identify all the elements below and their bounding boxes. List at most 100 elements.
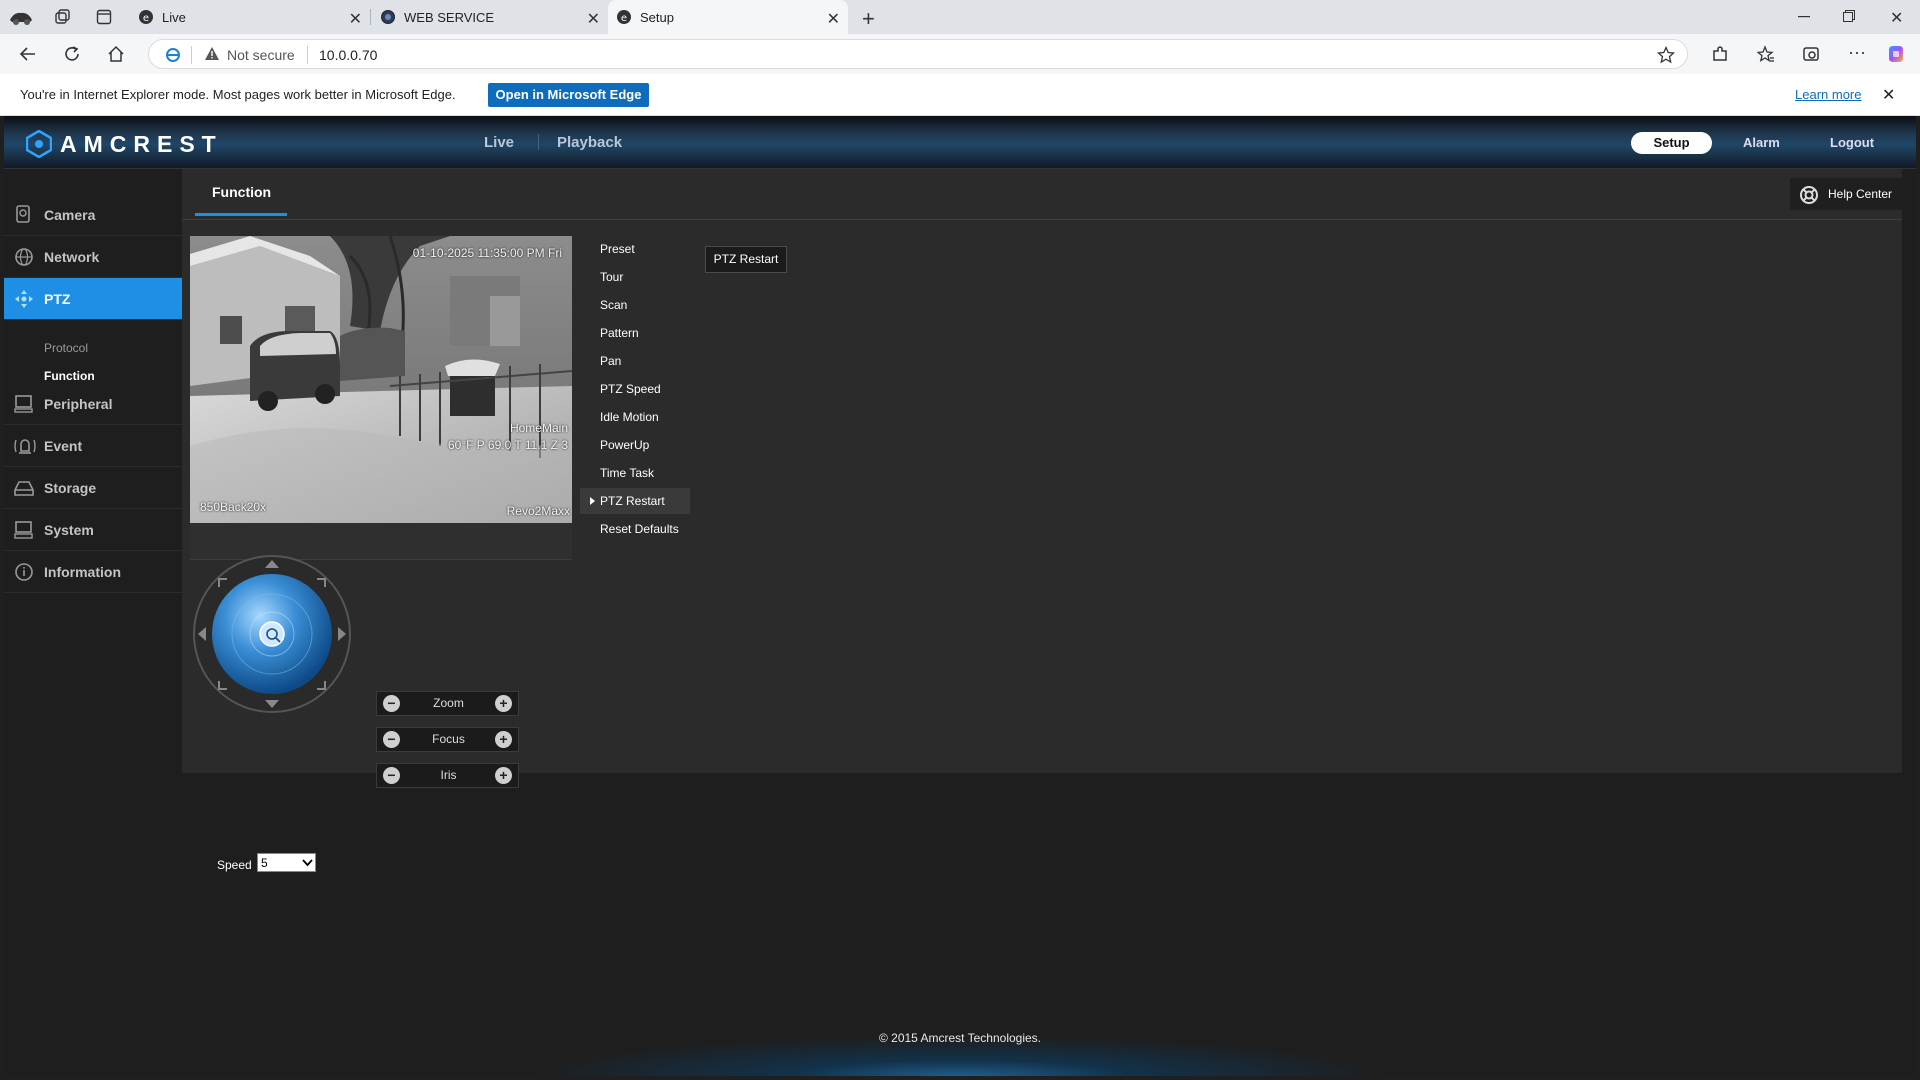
sidebar-item-label: Storage — [44, 479, 97, 496]
refresh-icon — [65, 46, 79, 61]
minimize-icon[interactable] — [1798, 16, 1810, 18]
security-label[interactable]: Not secure — [227, 47, 295, 63]
video-ptz-stats: 60°F P 69.0 T 11.1 Z 3 — [448, 438, 568, 452]
speed-value: 5 — [261, 856, 268, 870]
copilot-icon[interactable] — [1886, 44, 1906, 64]
function-item-ptz-restart[interactable]: PTZ Restart — [580, 488, 690, 514]
video-snapshot — [190, 236, 572, 523]
profile-icon[interactable] — [8, 8, 34, 26]
tab-function[interactable]: Function — [212, 184, 271, 200]
live-video-view[interactable]: 01-10-2025 11:35:00 PM Fri HomeMain 60°F… — [190, 236, 572, 523]
function-item-pan[interactable]: Pan — [580, 348, 690, 374]
sidebar-item-camera[interactable]: Camera — [4, 194, 182, 236]
svg-text:e: e — [143, 13, 149, 24]
monitor-icon — [13, 394, 35, 414]
sidebar-item-system[interactable]: System — [4, 509, 182, 551]
ie-page-icon: e — [138, 9, 154, 25]
sidebar-item-label: Network — [44, 248, 100, 265]
sidebar-item-label: Camera — [44, 206, 96, 223]
more-menu-icon[interactable]: ··· — [1848, 42, 1866, 63]
tab-setup[interactable]: e Setup ✕ — [608, 0, 848, 34]
close-window-icon[interactable]: ✕ — [1890, 8, 1903, 28]
amcrest-app: AMCREST Live Playback Setup Alarm Logout… — [4, 116, 1916, 1076]
url-input[interactable]: Not secure 10.0.0.70 — [148, 39, 1688, 69]
amcrest-logo: AMCREST — [26, 130, 223, 158]
favorite-star-icon[interactable] — [1657, 46, 1675, 64]
sidebar-subitem-protocol[interactable]: Protocol — [44, 341, 88, 355]
zoom-out-button[interactable]: − — [383, 695, 400, 712]
ie-mode-message: You're in Internet Explorer mode. Most p… — [20, 87, 456, 102]
function-item-reset-defaults[interactable]: Reset Defaults — [580, 516, 690, 542]
iris-minus-button[interactable]: − — [383, 767, 400, 784]
sidebar-item-storage[interactable]: Storage — [4, 467, 182, 509]
sidebar-item-peripheral[interactable]: Peripheral — [4, 383, 182, 425]
address-bar: Not secure 10.0.0.70 ··· — [0, 34, 1920, 74]
function-item-idle-motion[interactable]: Idle Motion — [580, 404, 690, 430]
function-item-time-task[interactable]: Time Task — [580, 460, 690, 486]
bell-icon — [13, 436, 37, 456]
close-tab-icon[interactable]: ✕ — [587, 9, 600, 29]
home-button[interactable] — [96, 34, 136, 74]
speed-label: Speed — [217, 858, 252, 872]
browser-tab-bar: e Live ✕ WEB SERVICE ✕ e Setup ✕ + ✕ — [0, 0, 1920, 34]
sidebar-item-label: PTZ — [44, 290, 71, 307]
speed-select[interactable]: 5 — [257, 853, 316, 872]
sidebar-item-ptz[interactable]: PTZ — [4, 278, 192, 320]
tab-web-service[interactable]: WEB SERVICE ✕ — [372, 0, 608, 34]
ie-mode-bar: You're in Internet Explorer mode. Most p… — [0, 74, 1920, 116]
refresh-button[interactable] — [52, 34, 92, 74]
video-camera-name: HomeMain — [509, 421, 568, 435]
nav-live[interactable]: Live — [484, 134, 514, 151]
setup-button[interactable]: Setup — [1631, 132, 1712, 154]
new-tab-icon[interactable]: + — [862, 6, 875, 32]
collections-icon[interactable] — [1802, 45, 1820, 63]
back-button[interactable] — [8, 34, 48, 74]
close-ie-bar-icon[interactable]: ✕ — [1882, 85, 1895, 105]
focus-plus-button[interactable]: + — [495, 731, 512, 748]
function-item-scan[interactable]: Scan — [580, 292, 690, 318]
ie-mode-icon[interactable] — [165, 47, 181, 63]
warning-icon[interactable] — [204, 46, 220, 62]
tab-title: Setup — [640, 9, 674, 25]
function-item-preset[interactable]: Preset — [580, 236, 690, 262]
amcrest-logo-icon — [26, 130, 52, 158]
sidebar-subitem-function[interactable]: Function — [44, 369, 95, 383]
logout-link[interactable]: Logout — [1830, 135, 1874, 150]
workspaces-icon[interactable] — [54, 9, 70, 25]
system-icon — [13, 520, 35, 540]
restore-icon[interactable] — [1843, 10, 1855, 22]
video-label-right: Revo2Maxx — [506, 504, 570, 518]
sidebar-item-label: System — [44, 521, 94, 538]
tab-actions-icon[interactable] — [96, 9, 112, 25]
help-center-button[interactable]: Help Center — [1790, 178, 1904, 210]
ptz-restart-button[interactable]: PTZ Restart — [705, 246, 787, 273]
focus-minus-button[interactable]: − — [383, 731, 400, 748]
iris-plus-button[interactable]: + — [495, 767, 512, 784]
close-tab-icon[interactable]: ✕ — [349, 9, 362, 29]
function-panel: Function Help Center 01-10-2025 11:35:00… — [182, 169, 1904, 872]
function-item-tour[interactable]: Tour — [580, 264, 690, 290]
favorites-icon[interactable] — [1757, 45, 1775, 63]
zoom-in-button[interactable]: + — [495, 695, 512, 712]
sidebar-item-label: Event — [44, 437, 83, 454]
globe-icon — [13, 247, 35, 267]
open-in-edge-button[interactable]: Open in Microsoft Edge — [488, 83, 649, 107]
function-item-pattern[interactable]: Pattern — [580, 320, 690, 346]
function-item-powerup[interactable]: PowerUp — [580, 432, 690, 458]
setup-sidebar: Camera Network PTZ Protocol Function Per… — [4, 169, 192, 1076]
sidebar-item-information[interactable]: Information — [4, 551, 182, 593]
sidebar-item-network[interactable]: Network — [4, 236, 182, 278]
sidebar-item-event[interactable]: Event — [4, 425, 182, 467]
alarm-link[interactable]: Alarm — [1743, 135, 1780, 150]
ptz-center-icon[interactable] — [259, 621, 285, 647]
close-tab-icon[interactable]: ✕ — [827, 9, 840, 29]
zoom-control: Zoom − + — [376, 691, 519, 716]
ptz-joystick[interactable] — [192, 554, 352, 714]
nav-playback[interactable]: Playback — [557, 134, 622, 151]
function-item-ptz-speed[interactable]: PTZ Speed — [580, 376, 690, 402]
function-menu: Preset Tour Scan Pattern Pan PTZ Speed I… — [580, 236, 696, 607]
tab-live[interactable]: e Live ✕ — [130, 0, 370, 34]
url-text[interactable]: 10.0.0.70 — [319, 47, 377, 63]
learn-more-link[interactable]: Learn more — [1795, 87, 1861, 102]
extensions-icon[interactable] — [1711, 45, 1729, 63]
